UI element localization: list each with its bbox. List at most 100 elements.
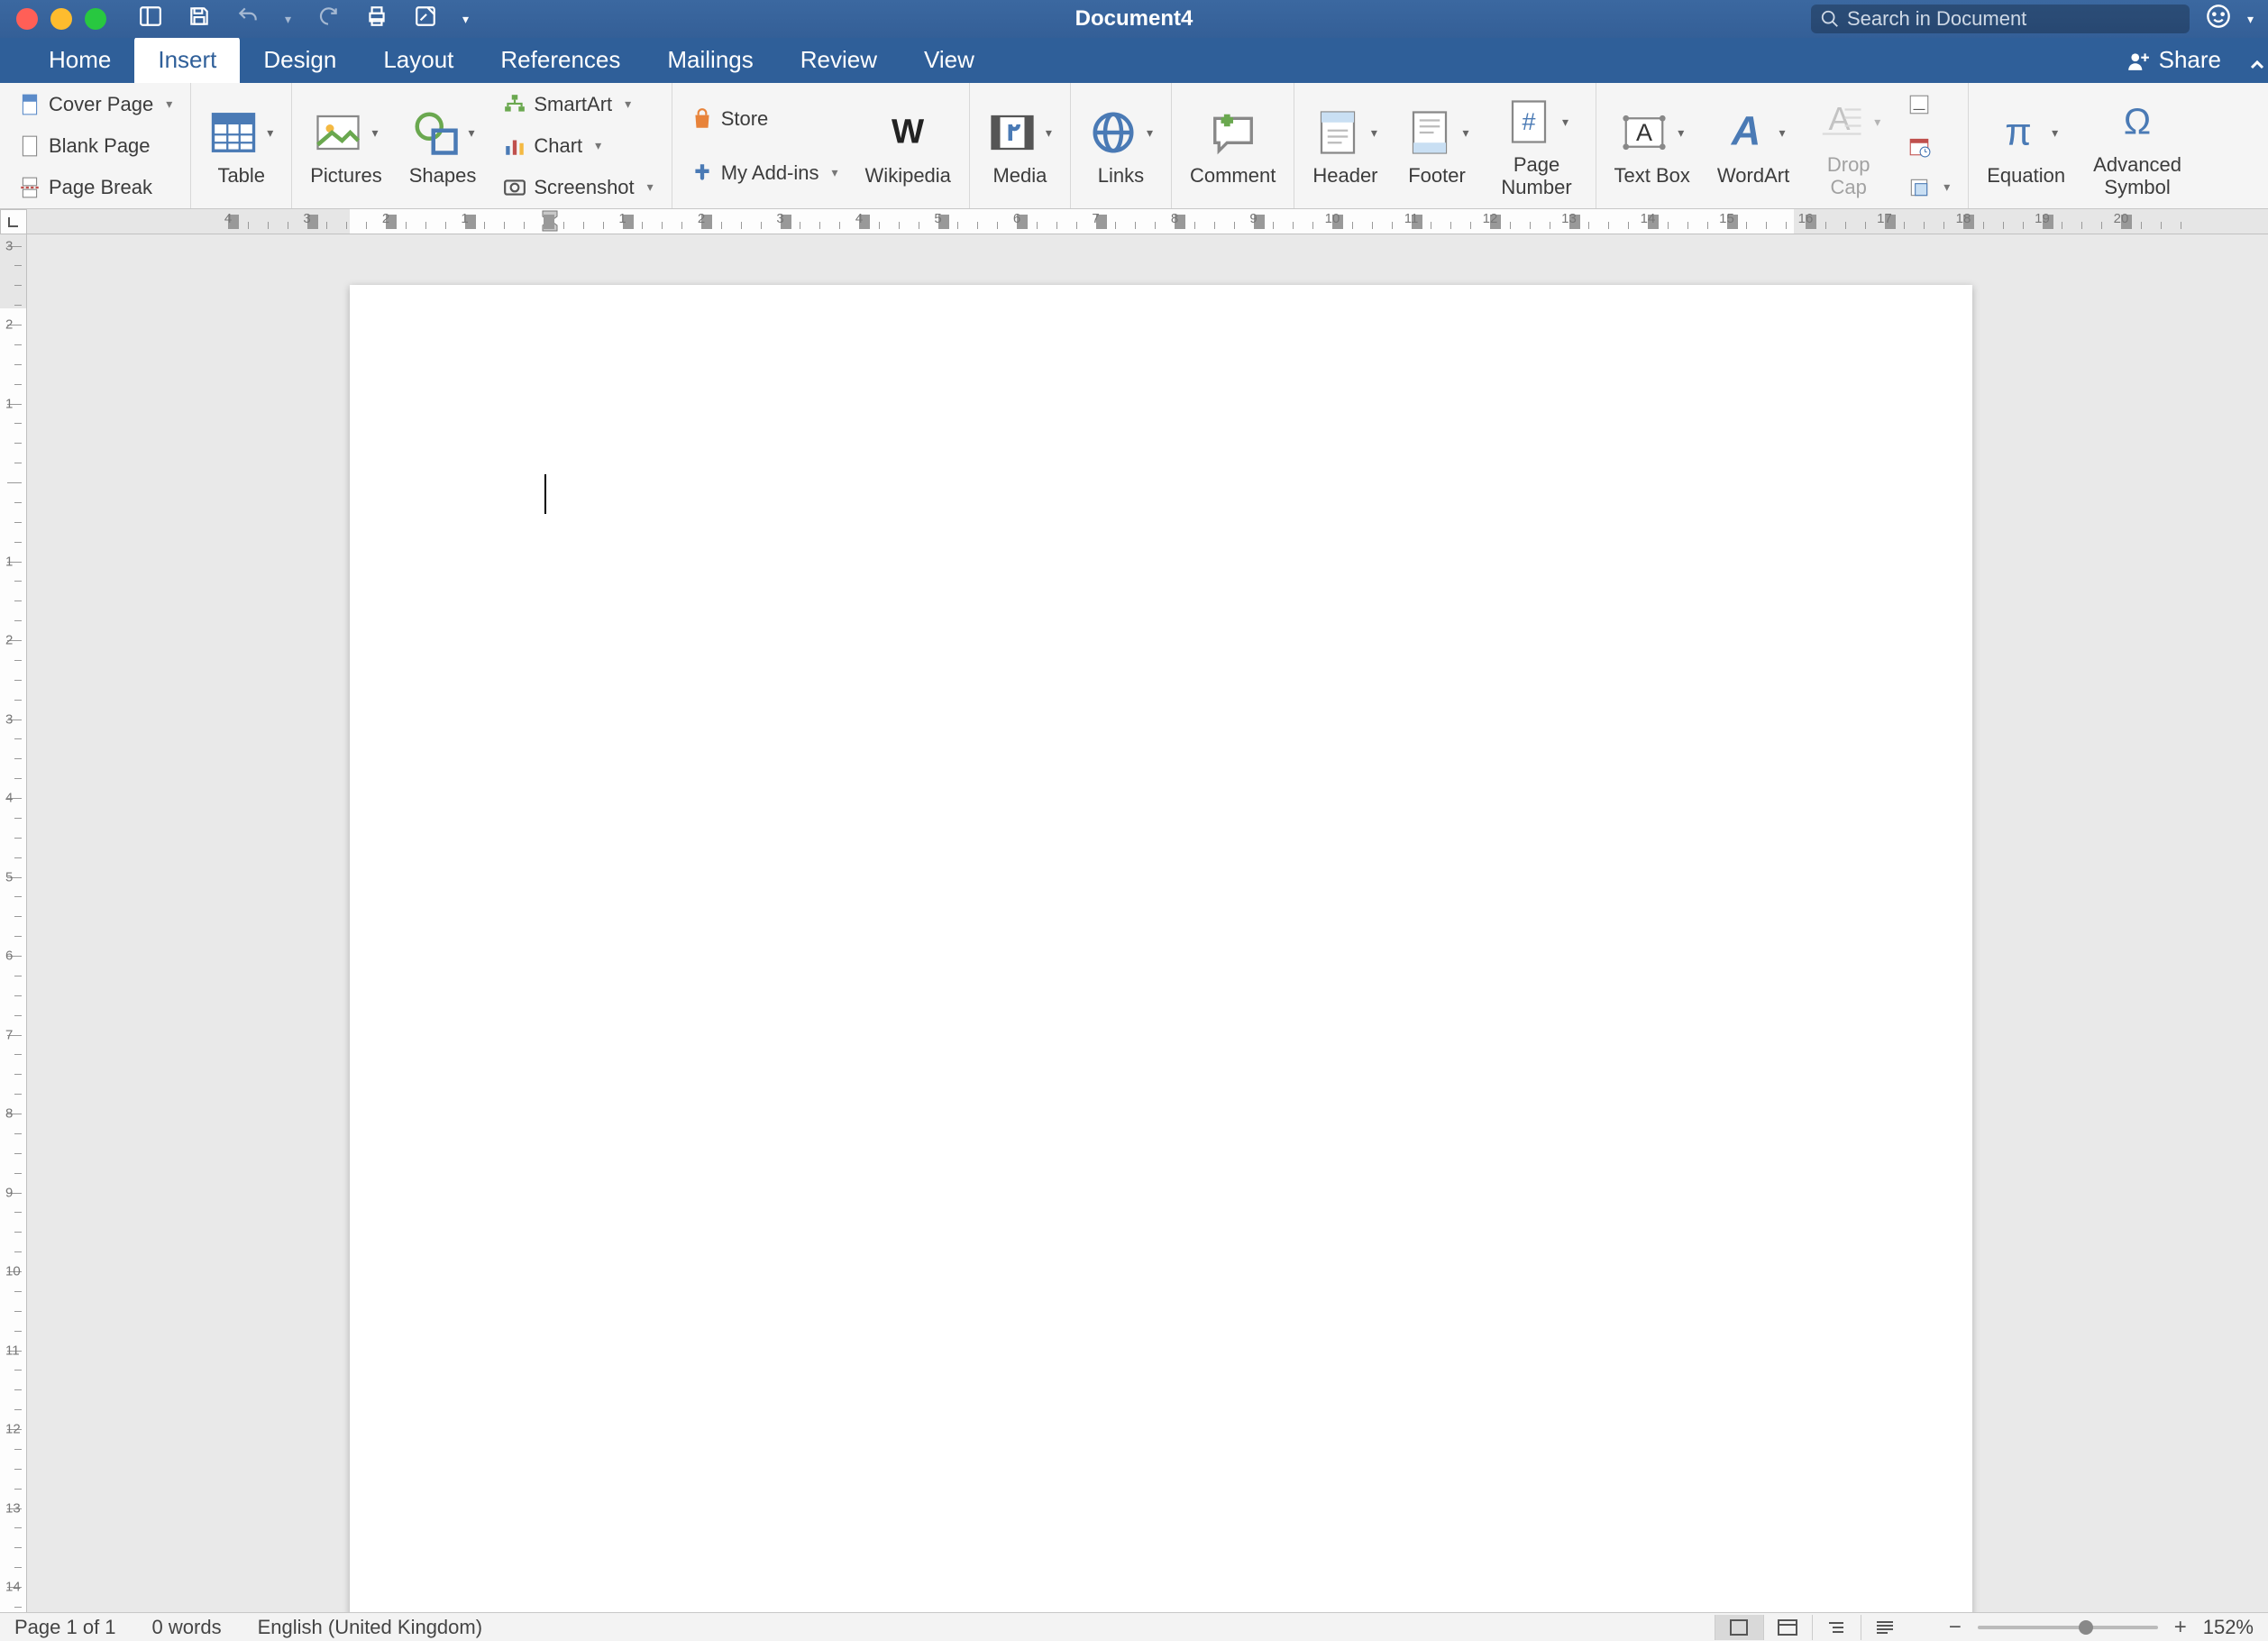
draft-view-button[interactable] <box>1861 1615 1909 1640</box>
drop-cap-label: Drop Cap <box>1822 154 1876 197</box>
pictures-icon <box>314 108 362 157</box>
document-canvas[interactable] <box>27 234 2268 1612</box>
text-box-label: Text Box <box>1614 165 1690 187</box>
date-time-icon <box>1907 134 1931 158</box>
zoom-level[interactable]: 152% <box>2203 1616 2254 1639</box>
feedback-icon[interactable] <box>2206 4 2231 34</box>
shapes-button[interactable]: ▾ Shapes <box>404 104 482 187</box>
zoom-in-button[interactable]: + <box>2171 1618 2190 1637</box>
tab-home[interactable]: Home <box>25 37 134 83</box>
tab-selector-well[interactable] <box>0 209 27 234</box>
ruler-v-num: 3 <box>5 711 13 727</box>
ruler-h-num: 3 <box>776 211 783 226</box>
footer-button[interactable]: ▾ Footer <box>1400 104 1475 187</box>
signature-line-button[interactable] <box>1902 87 1955 123</box>
blank-page-button[interactable]: Blank Page <box>13 128 178 164</box>
advanced-symbol-button[interactable]: Ω Advanced Symbol <box>2087 93 2188 197</box>
share-button[interactable]: Share <box>2108 46 2239 83</box>
redo-icon[interactable] <box>316 5 340 33</box>
store-button[interactable]: Store <box>685 101 844 137</box>
template-icon[interactable] <box>414 5 437 33</box>
collapse-ribbon-icon[interactable] <box>2246 54 2268 76</box>
page-number-icon: # <box>1504 97 1553 146</box>
ruler-h-num: 3 <box>303 211 310 226</box>
screenshot-button[interactable]: Screenshot <box>498 170 658 206</box>
horizontal-ruler[interactable]: 43211234567891011121314151617181920 <box>27 209 2268 234</box>
ruler-v-num: 1 <box>5 554 13 569</box>
tab-design[interactable]: Design <box>240 37 360 83</box>
object-button[interactable] <box>1902 170 1955 206</box>
equation-button[interactable]: π ▾ Equation <box>1981 104 2071 187</box>
search-box[interactable]: Search in Document <box>1811 5 2190 33</box>
blank-page-label: Blank Page <box>49 134 151 158</box>
ruler-v-num: 2 <box>5 317 13 333</box>
minimize-window-button[interactable] <box>50 8 72 30</box>
undo-icon[interactable] <box>236 5 260 33</box>
feedback-dropdown-icon[interactable]: ▾ <box>2247 12 2254 27</box>
tab-view[interactable]: View <box>901 37 998 83</box>
zoom-slider-thumb[interactable] <box>2079 1620 2093 1635</box>
text-cursor <box>544 474 546 514</box>
ruler-v-num: 12 <box>5 1422 21 1437</box>
header-button[interactable]: ▾ Header <box>1307 104 1383 187</box>
smartart-button[interactable]: SmartArt <box>498 87 658 123</box>
cover-page-button[interactable]: Cover Page <box>13 87 178 123</box>
status-words[interactable]: 0 words <box>152 1616 222 1639</box>
page-1[interactable] <box>350 285 1972 1612</box>
view-buttons <box>1715 1615 1909 1640</box>
tab-layout[interactable]: Layout <box>360 37 477 83</box>
footer-dropdown-icon: ▾ <box>1463 126 1469 140</box>
ruler-v-num: 1 <box>5 396 13 411</box>
media-button[interactable]: ▾ Media <box>983 104 1057 187</box>
table-label: Table <box>217 165 265 187</box>
date-time-button[interactable] <box>1902 128 1955 164</box>
wikipedia-button[interactable]: W Wikipedia <box>860 104 956 187</box>
web-layout-view-button[interactable] <box>1763 1615 1812 1640</box>
equation-label: Equation <box>1987 165 2065 187</box>
pictures-button[interactable]: ▾ Pictures <box>305 104 387 187</box>
chart-label: Chart <box>534 134 582 158</box>
sidebar-toggle-icon[interactable] <box>139 5 162 33</box>
save-icon[interactable] <box>187 5 211 33</box>
drop-cap-button[interactable]: A ▾ Drop Cap <box>1811 93 1886 197</box>
ruler-h-num: 11 <box>1404 211 1419 226</box>
ruler-v-num: 10 <box>5 1264 21 1279</box>
comment-label: Comment <box>1190 165 1276 187</box>
close-window-button[interactable] <box>16 8 38 30</box>
tab-mailings[interactable]: Mailings <box>644 37 776 83</box>
share-icon <box>2126 49 2150 72</box>
zoom-window-button[interactable] <box>85 8 106 30</box>
tab-insert[interactable]: Insert <box>134 37 240 83</box>
qat-customize-icon[interactable]: ▾ <box>462 12 469 27</box>
ruler-v-num: 13 <box>5 1500 21 1516</box>
page-break-button[interactable]: Page Break <box>13 170 178 206</box>
ruler-v-num: 7 <box>5 1027 13 1042</box>
outline-view-button[interactable] <box>1812 1615 1861 1640</box>
search-placeholder: Search in Document <box>1847 7 2026 31</box>
tab-references[interactable]: References <box>477 37 644 83</box>
zoom-out-button[interactable]: − <box>1945 1618 1965 1637</box>
print-icon[interactable] <box>365 5 389 33</box>
ruler-h-num: 19 <box>2035 211 2050 226</box>
ribbon-insert: Cover Page Blank Page Page Break ▾ Table <box>0 83 2268 209</box>
links-button[interactable]: ▾ Links <box>1084 104 1158 187</box>
zoom-slider[interactable] <box>1978 1626 2158 1629</box>
my-addins-button[interactable]: My Add-ins <box>685 155 844 191</box>
page-number-button[interactable]: # ▾ Page Number <box>1491 93 1583 197</box>
table-button[interactable]: ▾ Table <box>204 104 279 187</box>
group-illustrations: ▾ Pictures ▾ Shapes SmartArt Chart Scree… <box>292 83 672 208</box>
wordart-button[interactable]: A ▾ WordArt <box>1712 104 1795 187</box>
text-box-button[interactable]: A ▾ Text Box <box>1609 104 1696 187</box>
chart-button[interactable]: Chart <box>498 128 658 164</box>
status-page[interactable]: Page 1 of 1 <box>14 1616 116 1639</box>
comment-button[interactable]: Comment <box>1184 104 1281 187</box>
tab-review[interactable]: Review <box>777 37 901 83</box>
print-layout-view-button[interactable] <box>1715 1615 1763 1640</box>
vertical-ruler[interactable]: 321123456789101112131415 <box>0 234 27 1612</box>
status-lang[interactable]: English (United Kingdom) <box>258 1616 482 1639</box>
undo-dropdown-icon[interactable]: ▾ <box>285 12 291 27</box>
ruler-h-num: 6 <box>1013 211 1020 226</box>
group-table: ▾ Table <box>191 83 292 208</box>
ruler-v-num: 2 <box>5 633 13 648</box>
table-icon <box>209 108 258 157</box>
